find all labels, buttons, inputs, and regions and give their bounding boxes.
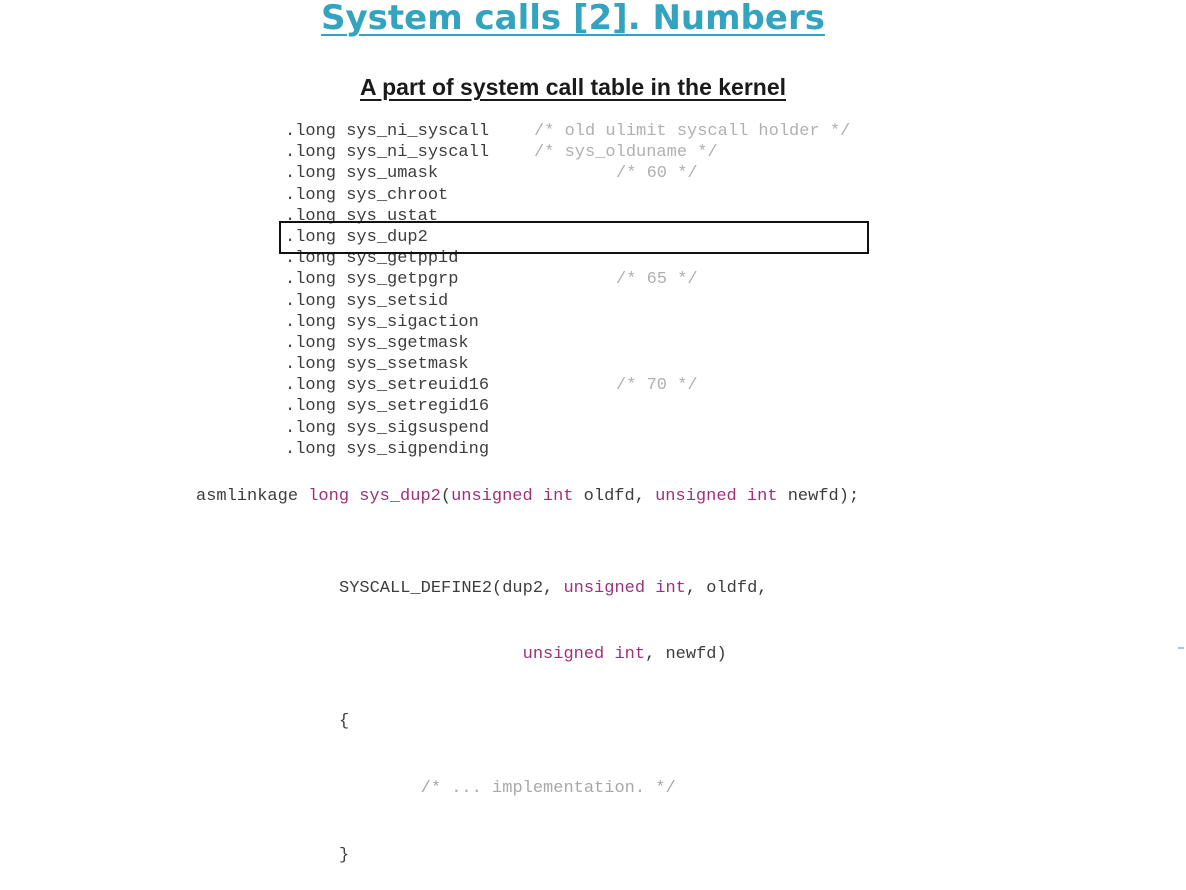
slide-title: System calls [2]. Numbers bbox=[321, 0, 825, 38]
syscall-entry-comment: /* 65 */ bbox=[616, 270, 698, 290]
highlight-box-sys-dup2 bbox=[279, 221, 869, 254]
syscall-entry-name: .long sys_setsid bbox=[285, 291, 449, 311]
define-line-1: SYSCALL_DEFINE2(dup2, unsigned int, oldf… bbox=[339, 578, 767, 600]
syscall-entry-name: .long sys_sigaction bbox=[285, 312, 479, 332]
syscall-entry-name: .long sys_setregid16 bbox=[285, 397, 490, 417]
decl-function-name: sys_dup2 bbox=[359, 487, 441, 506]
syscall-table-row: .long sys_sgetmask bbox=[285, 333, 850, 354]
decl-arg1: oldfd, bbox=[573, 487, 656, 506]
syscall-entry-comment: /* old ulimit syscall holder */ bbox=[534, 122, 851, 141]
syscall-entry-name: .long sys_ni_syscall bbox=[285, 122, 490, 141]
syscall-table-row: .long sys_sigaction bbox=[285, 312, 850, 333]
syscall-table-row: .long sys_setregid16 bbox=[285, 396, 850, 417]
decl-arg1-type: unsigned int bbox=[451, 487, 574, 506]
define-arg1-type: unsigned int bbox=[563, 578, 686, 598]
decl-return-type: long bbox=[308, 487, 350, 506]
syscall-declaration: asmlinkage long sys_dup2(unsigned int ol… bbox=[196, 486, 859, 508]
syscall-table-row: .long sys_ni_syscall /* old ulimit syscal… bbox=[285, 121, 850, 142]
syscall-entry-comment: /* 60 */ bbox=[616, 164, 698, 184]
define-arg2-type: unsigned int bbox=[522, 645, 646, 665]
syscall-entry-name: .long sys_sigsuspend bbox=[285, 418, 490, 438]
define-body-line: /* ... implementation. */ bbox=[339, 778, 767, 800]
define-arg2: , newfd) bbox=[645, 645, 727, 665]
decl-arg2-type: unsigned int bbox=[655, 487, 778, 506]
syscall-entry-name: .long sys_sigpending bbox=[285, 439, 490, 459]
syscall-table-row: .long sys_umask /* 60 */ bbox=[285, 163, 850, 184]
syscall-entry-name: .long sys_getpgrp bbox=[285, 270, 459, 290]
define-body-comment: /* ... implementation. */ bbox=[420, 779, 676, 799]
syscall-entry-name: .long sys_ssetmask bbox=[285, 355, 469, 375]
decl-open-paren: ( bbox=[440, 487, 452, 506]
define-open-brace: { bbox=[339, 712, 350, 732]
syscall-table-row: .long sys_sigsuspend bbox=[285, 418, 850, 439]
define-arg1: , oldfd, bbox=[685, 578, 768, 598]
syscall-table-row: .long sys_getpgrp /* 65 */ bbox=[285, 269, 850, 290]
syscall-entry-name: .long sys_sgetmask bbox=[285, 333, 469, 353]
corner-mark bbox=[1178, 647, 1184, 649]
define-line-2: unsigned int, newfd) bbox=[339, 644, 767, 666]
decl-arg2: newfd); bbox=[777, 487, 860, 506]
syscall-table-row: .long sys_setsid bbox=[285, 291, 850, 312]
syscall-table-row: .long sys_ni_syscall /* sys_olduname */ bbox=[285, 142, 850, 163]
syscall-entry-name: .long sys_chroot bbox=[285, 185, 449, 205]
syscall-entry-name: .long sys_ni_syscall bbox=[285, 143, 490, 163]
syscall-entry-comment: /* sys_olduname */ bbox=[534, 143, 718, 163]
syscall-entry-name: .long sys_umask bbox=[285, 164, 439, 184]
define-macro-head: SYSCALL_DEFINE2(dup2, bbox=[339, 578, 564, 598]
syscall-table-row: .long sys_sigpending bbox=[285, 439, 850, 460]
syscall-table-row: .long sys_ssetmask bbox=[285, 354, 850, 375]
syscall-entry-name: .long sys_setreuid16 bbox=[285, 376, 490, 396]
decl-prefix: asmlinkage bbox=[196, 487, 309, 506]
define-close-brace: } bbox=[339, 846, 350, 866]
syscall-table: .long sys_ni_syscall /* old ulimit syscal… bbox=[285, 121, 850, 460]
define-body-indent bbox=[339, 779, 421, 798]
syscall-table-row: .long sys_setreuid16 /* 70 */ bbox=[285, 375, 850, 396]
slide-subtitle: A part of system call table in the kerne… bbox=[359, 74, 787, 100]
syscall-define-block: SYSCALL_DEFINE2(dup2, unsigned int, oldf… bbox=[339, 533, 767, 890]
syscall-table-row: .long sys_chroot bbox=[285, 185, 850, 206]
define-indent bbox=[339, 645, 523, 664]
syscall-entry-comment: /* 70 */ bbox=[616, 376, 698, 396]
